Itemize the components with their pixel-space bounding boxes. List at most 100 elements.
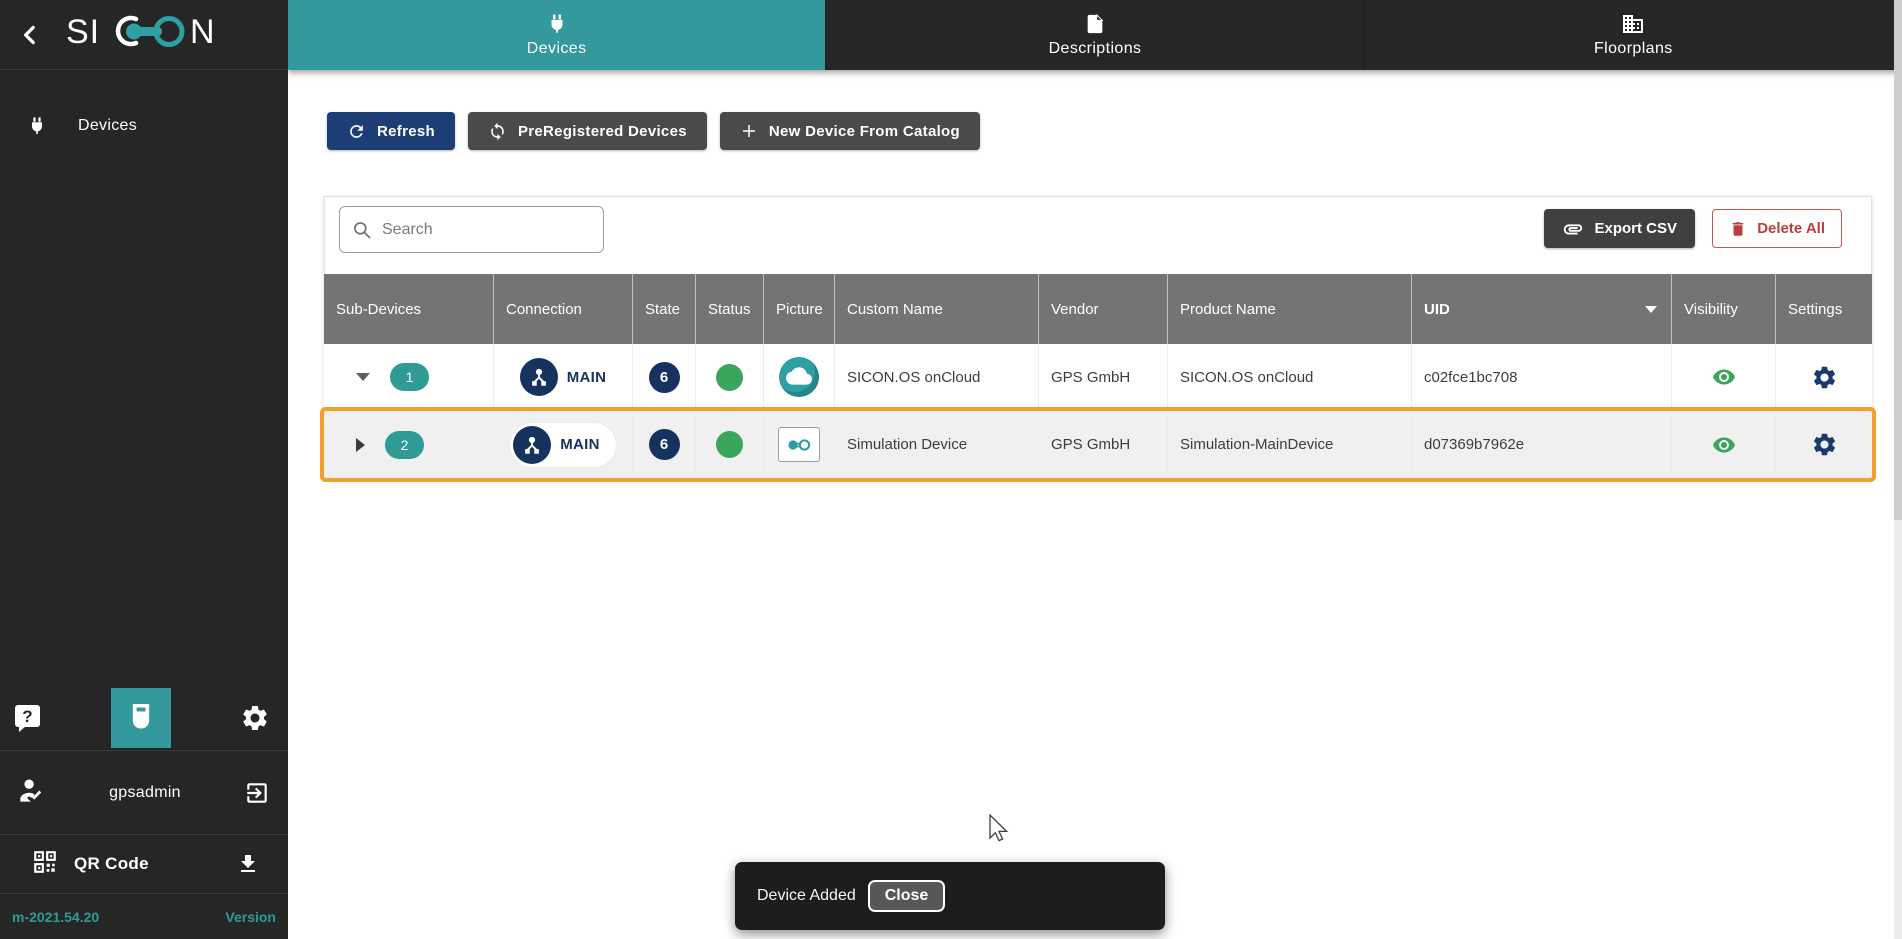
sidebar-bottom: ? gpsadmin bbox=[0, 686, 288, 939]
sicon-mark-image bbox=[778, 427, 820, 462]
user-check-icon bbox=[18, 777, 46, 808]
refresh-icon bbox=[347, 122, 366, 141]
cell-state: 6 bbox=[633, 344, 696, 410]
plus-icon bbox=[740, 122, 758, 140]
tab-label: Floorplans bbox=[1594, 40, 1673, 58]
sidebar: SI N Devices ? bbox=[0, 0, 288, 939]
cell-custom-name: SICON.OS onCloud bbox=[835, 344, 1039, 410]
eye-icon[interactable] bbox=[1709, 365, 1739, 389]
status-online-dot bbox=[716, 431, 743, 458]
column-header-settings[interactable]: Settings bbox=[1776, 274, 1872, 344]
sort-caret-icon[interactable] bbox=[1645, 306, 1657, 313]
tab-label: Devices bbox=[527, 40, 587, 58]
column-header-uid[interactable]: UID bbox=[1412, 274, 1672, 344]
state-badge: 6 bbox=[649, 429, 680, 460]
refresh-button[interactable]: Refresh bbox=[327, 112, 455, 150]
qr-code-icon bbox=[32, 849, 58, 880]
tab-bar: Devices Descriptions Floorplans bbox=[288, 0, 1902, 70]
chevron-left-icon bbox=[17, 22, 43, 48]
snackbar-message: Device Added bbox=[757, 887, 856, 905]
export-csv-button[interactable]: Export CSV bbox=[1544, 209, 1695, 248]
username-text: gpsadmin bbox=[46, 784, 244, 802]
cell-vendor: GPS GmbH bbox=[1039, 344, 1168, 410]
sync-icon bbox=[488, 122, 507, 141]
tab-floorplans[interactable]: Floorplans bbox=[1365, 0, 1902, 70]
search-input[interactable] bbox=[382, 221, 582, 239]
table-row-sicon-oncloud[interactable]: 1 MAIN 6 SICON.OS on bbox=[324, 344, 1872, 411]
logout-button[interactable] bbox=[244, 780, 270, 806]
delete-all-button[interactable]: Delete All bbox=[1712, 209, 1842, 248]
column-header-state[interactable]: State bbox=[633, 274, 696, 344]
help-icon: ? bbox=[14, 704, 41, 733]
svg-text:N: N bbox=[190, 13, 215, 51]
back-chevron-button[interactable] bbox=[8, 13, 52, 57]
column-header-sub-devices[interactable]: Sub-Devices bbox=[324, 274, 494, 344]
column-header-status[interactable]: Status bbox=[696, 274, 764, 344]
sidebar-item-devices[interactable]: Devices bbox=[0, 104, 288, 148]
cell-connection: MAIN bbox=[494, 344, 633, 410]
usb-connector-icon bbox=[127, 701, 155, 735]
scrollbar-track[interactable] bbox=[1894, 0, 1902, 939]
column-header-connection[interactable]: Connection bbox=[494, 274, 633, 344]
scrollbar-thumb[interactable] bbox=[1894, 0, 1902, 520]
version-row: m-2021.54.20 Version bbox=[0, 894, 288, 939]
download-icon bbox=[236, 852, 260, 876]
search-box bbox=[339, 206, 604, 253]
settings-sidebar-button[interactable] bbox=[240, 703, 270, 733]
connection-label: MAIN bbox=[567, 369, 607, 386]
network-hub-icon bbox=[520, 358, 558, 396]
qr-code-row[interactable]: QR Code bbox=[0, 835, 288, 893]
cell-sub-devices: 1 bbox=[324, 344, 494, 410]
status-online-dot bbox=[716, 364, 743, 391]
plug-icon bbox=[26, 115, 48, 137]
column-header-custom-name[interactable]: Custom Name bbox=[835, 274, 1039, 344]
cell-sub-devices: 2 bbox=[324, 411, 494, 478]
new-device-label: New Device From Catalog bbox=[769, 123, 960, 140]
snackbar-close-button[interactable]: Close bbox=[868, 880, 946, 912]
eye-icon[interactable] bbox=[1709, 433, 1739, 457]
cell-connection: MAIN bbox=[494, 411, 633, 478]
delete-all-label: Delete All bbox=[1757, 220, 1825, 237]
preregistered-devices-button[interactable]: PreRegistered Devices bbox=[468, 112, 707, 150]
column-header-visibility[interactable]: Visibility bbox=[1672, 274, 1776, 344]
gear-icon[interactable] bbox=[1811, 364, 1838, 391]
svg-text:?: ? bbox=[22, 707, 32, 726]
sidebar-header: SI N bbox=[0, 0, 288, 70]
column-header-picture[interactable]: Picture bbox=[764, 274, 835, 344]
tab-devices[interactable]: Devices bbox=[288, 0, 826, 70]
sidebar-item-label: Devices bbox=[78, 117, 137, 135]
cell-product-name: SICON.OS onCloud bbox=[1168, 344, 1412, 410]
mouse-cursor bbox=[986, 814, 1010, 846]
table-row-simulation-device[interactable]: 2 MAIN 6 Simulation bbox=[324, 411, 1872, 478]
new-device-from-catalog-button[interactable]: New Device From Catalog bbox=[720, 112, 980, 150]
version-label: Version bbox=[225, 909, 276, 925]
gear-icon[interactable] bbox=[1811, 431, 1838, 458]
trash-icon bbox=[1729, 220, 1747, 238]
help-button[interactable]: ? bbox=[14, 704, 41, 733]
action-toolbar: Refresh PreRegistered Devices New Device… bbox=[327, 112, 980, 150]
cell-settings bbox=[1776, 344, 1872, 410]
version-value: m-2021.54.20 bbox=[12, 909, 99, 925]
building-icon bbox=[1621, 12, 1645, 36]
cell-visibility bbox=[1672, 344, 1776, 410]
expand-collapse-caret-icon[interactable] bbox=[356, 438, 365, 452]
tab-descriptions[interactable]: Descriptions bbox=[826, 0, 1364, 70]
cell-vendor: GPS GmbH bbox=[1039, 411, 1168, 478]
uid-header-label: UID bbox=[1424, 301, 1450, 318]
download-button[interactable] bbox=[236, 852, 260, 876]
column-header-vendor[interactable]: Vendor bbox=[1039, 274, 1168, 344]
column-header-product-name[interactable]: Product Name bbox=[1168, 274, 1412, 344]
connection-label: MAIN bbox=[560, 436, 600, 453]
usb-devices-button[interactable] bbox=[111, 688, 171, 748]
search-icon bbox=[352, 220, 372, 240]
cell-state: 6 bbox=[633, 411, 696, 478]
preregistered-label: PreRegistered Devices bbox=[518, 123, 687, 140]
app-root: SI N Devices ? bbox=[0, 0, 1902, 939]
cell-status bbox=[696, 411, 764, 478]
cell-picture bbox=[764, 411, 835, 478]
sidebar-icon-row: ? bbox=[0, 686, 288, 750]
cell-picture bbox=[764, 344, 835, 410]
connection-chip: MAIN bbox=[510, 423, 616, 467]
state-badge: 6 bbox=[649, 362, 680, 393]
expand-collapse-caret-icon[interactable] bbox=[356, 373, 370, 381]
